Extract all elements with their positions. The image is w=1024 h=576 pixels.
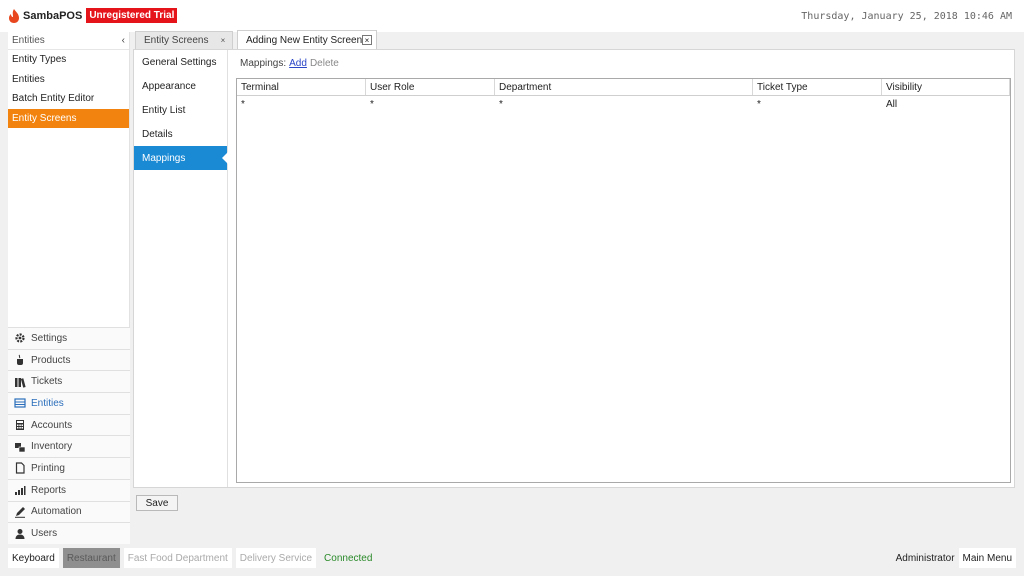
tab-label: Entity Screens <box>144 35 209 46</box>
department-restaurant-button[interactable]: Restaurant <box>62 548 120 568</box>
app-logo: SambaPOS Unregistered Trial <box>8 8 178 23</box>
nav-inventory[interactable]: Inventory <box>8 435 130 458</box>
mappings-grid[interactable]: Terminal User Role Department Ticket Typ… <box>236 78 1011 483</box>
delete-mapping-link[interactable]: Delete <box>310 58 339 69</box>
menu-mappings[interactable]: Mappings <box>134 146 228 170</box>
column-header-visibility[interactable]: Visibility <box>882 79 1010 95</box>
table-icon <box>14 397 26 409</box>
menu-entity-list[interactable]: Entity List <box>134 98 227 122</box>
title-bar: SambaPOS Unregistered Trial Thursday, Ja… <box>0 0 1024 32</box>
settings-menu: General Settings Appearance Entity List … <box>134 50 228 487</box>
department-fast-food-button[interactable]: Fast Food Department <box>123 548 232 568</box>
sidebar-title: Entities <box>12 35 45 46</box>
brand-name: SambaPOS <box>23 9 83 22</box>
menu-general-settings[interactable]: General Settings <box>134 50 227 74</box>
trial-badge: Unregistered Trial <box>86 8 178 23</box>
mappings-label: Mappings: <box>240 58 287 69</box>
column-header-department[interactable]: Department <box>495 79 753 95</box>
nav-label: Tickets <box>31 376 63 388</box>
cell-terminal[interactable]: * <box>237 96 366 112</box>
menu-details[interactable]: Details <box>134 122 227 146</box>
cell-department[interactable]: * <box>495 96 753 112</box>
grid-header: Terminal User Role Department Ticket Typ… <box>237 79 1010 96</box>
nav-printing[interactable]: Printing <box>8 457 130 479</box>
nav-label: Automation <box>31 506 82 518</box>
column-header-user-role[interactable]: User Role <box>366 79 495 95</box>
close-icon[interactable]: × <box>362 35 372 45</box>
document-icon <box>14 462 26 475</box>
cell-ticket-type[interactable]: * <box>753 96 882 112</box>
sidebar: Entities ‹ Entity Types Entities Batch E… <box>8 32 130 544</box>
keyboard-button[interactable]: Keyboard <box>8 548 59 568</box>
status-bar-right: Administrator Main Menu <box>892 548 1016 568</box>
collapse-chevron-icon[interactable]: ‹ <box>122 35 125 46</box>
nav-label: Printing <box>31 462 65 474</box>
books-icon <box>14 376 26 388</box>
tab-label: Adding New Entity Screen <box>246 34 363 46</box>
department-delivery-button[interactable]: Delivery Service <box>235 548 317 568</box>
module-nav: Settings Products Tickets Entities Accou… <box>8 327 130 544</box>
mappings-toolbar: Mappings: Add Delete <box>240 58 339 69</box>
bar-chart-icon <box>14 484 26 496</box>
connection-status: Connected <box>324 552 373 564</box>
nav-label: Products <box>31 354 71 366</box>
sidebar-item-entities[interactable]: Entities <box>8 70 129 90</box>
main-menu-button[interactable]: Main Menu <box>958 548 1016 568</box>
save-button[interactable]: Save <box>136 495 178 511</box>
nav-label: Settings <box>31 332 68 344</box>
menu-appearance[interactable]: Appearance <box>134 74 227 98</box>
nav-products[interactable]: Products <box>8 348 130 371</box>
nav-label: Entities <box>31 397 64 409</box>
cell-visibility[interactable]: All <box>882 96 1010 112</box>
nav-automation[interactable]: Automation <box>8 500 130 523</box>
flame-icon <box>8 8 20 23</box>
nav-label: Users <box>31 528 58 540</box>
tab-entity-screens[interactable]: Entity Screens × <box>135 31 233 49</box>
table-row[interactable]: * * * * All <box>237 96 1010 112</box>
pen-icon <box>14 506 26 518</box>
nav-reports[interactable]: Reports <box>8 478 130 501</box>
nav-entities[interactable]: Entities <box>8 392 130 414</box>
column-header-terminal[interactable]: Terminal <box>237 79 366 95</box>
nav-settings[interactable]: Settings <box>8 327 130 349</box>
cell-user-role[interactable]: * <box>366 96 495 112</box>
nav-label: Accounts <box>31 419 73 431</box>
calculator-icon <box>14 419 26 431</box>
current-user: Administrator <box>895 552 955 564</box>
nav-users[interactable]: Users <box>8 522 130 544</box>
sidebar-item-entity-screens[interactable]: Entity Screens <box>8 108 129 128</box>
user-icon <box>14 528 26 540</box>
boxes-icon <box>14 441 26 453</box>
status-bar: Keyboard Restaurant Fast Food Department… <box>0 548 1024 568</box>
add-mapping-link[interactable]: Add <box>289 58 307 69</box>
gear-icon <box>14 332 26 344</box>
sidebar-header: Entities ‹ <box>8 32 129 50</box>
nav-label: Reports <box>31 484 67 496</box>
column-header-ticket-type[interactable]: Ticket Type <box>753 79 882 95</box>
sidebar-item-entity-types[interactable]: Entity Types <box>8 50 129 70</box>
close-icon[interactable]: × <box>218 36 228 46</box>
nav-accounts[interactable]: Accounts <box>8 413 130 436</box>
coffee-icon <box>14 354 26 366</box>
sidebar-item-batch-entity-editor[interactable]: Batch Entity Editor <box>8 89 129 109</box>
datetime-display: Thursday, January 25, 2018 10:46 AM <box>801 11 1012 22</box>
tab-adding-new-entity-screen[interactable]: Adding New Entity Screen × <box>237 30 377 49</box>
nav-label: Inventory <box>31 441 73 453</box>
editor-panel: General Settings Appearance Entity List … <box>133 49 1015 488</box>
nav-tickets[interactable]: Tickets <box>8 370 130 393</box>
